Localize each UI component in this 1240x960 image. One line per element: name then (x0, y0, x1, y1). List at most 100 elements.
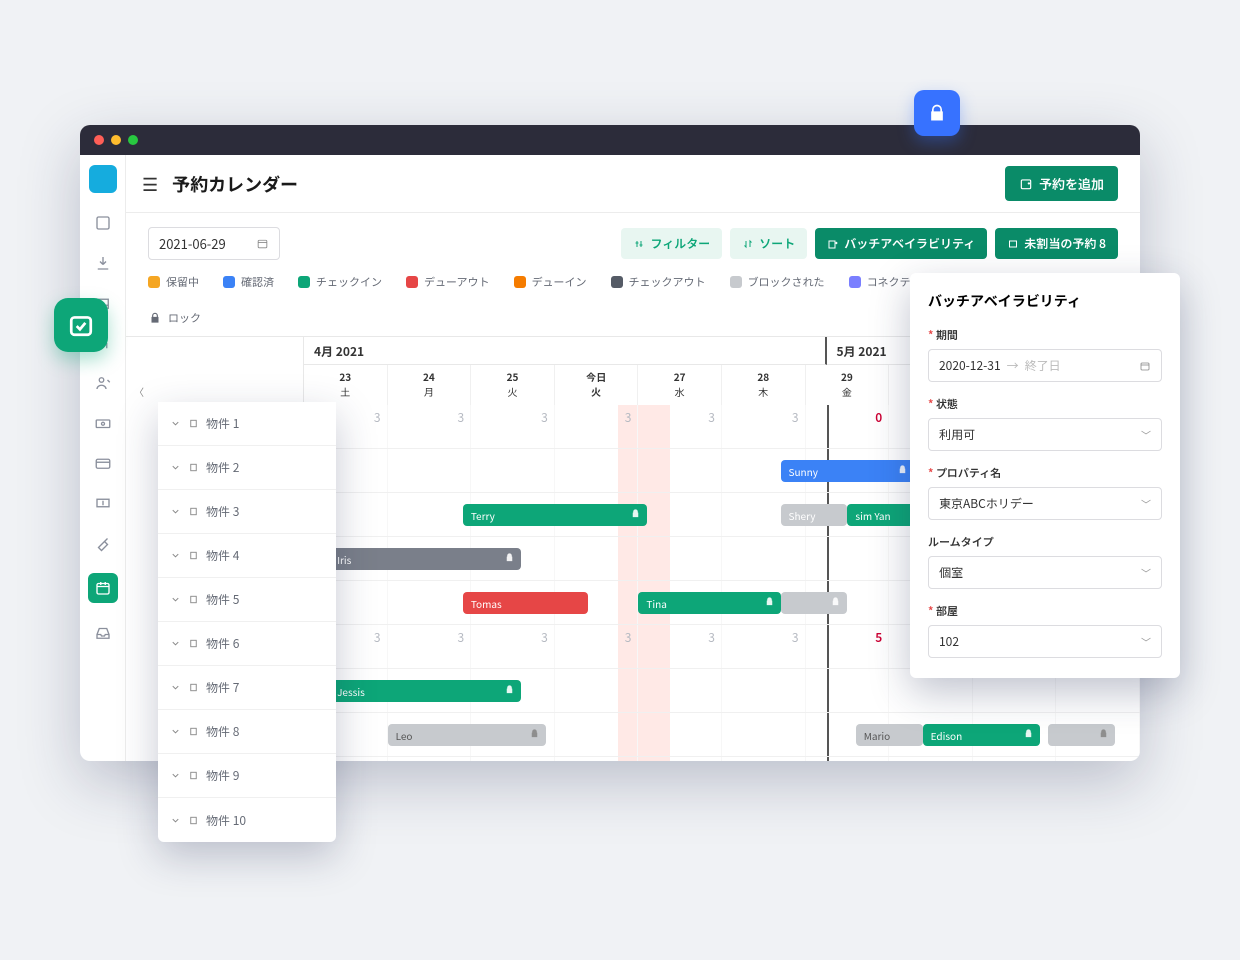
sort-button[interactable]: ソート (730, 228, 807, 259)
window-titlebar (80, 125, 1140, 155)
chevron-down-icon: ﹀ (1141, 496, 1151, 511)
sort-label: ソート (759, 235, 795, 252)
property-select[interactable]: 東京ABCホリデー ﹀ (928, 487, 1162, 520)
batch-availability-button[interactable]: バッチアベイラビリティ (815, 228, 987, 259)
booking-bar-leo[interactable]: Leo (388, 724, 547, 746)
legend-pending: 保留中 (166, 274, 199, 290)
date-picker[interactable]: 2021-06-29 (148, 227, 280, 260)
property-item[interactable]: 物件 2 (158, 446, 336, 490)
property-item[interactable]: 物件 5 (158, 578, 336, 622)
period-label: 期間 (928, 327, 1162, 343)
legend-swatch-connecting (849, 276, 861, 288)
lock-icon (927, 103, 947, 123)
chevron-down-icon: ﹀ (1141, 634, 1151, 649)
legend-confirmed: 確認済 (241, 274, 274, 290)
booking-bar-terry[interactable]: Terry (463, 504, 647, 526)
calendar-icon (1139, 360, 1151, 372)
property-item[interactable]: 物件 3 (158, 490, 336, 534)
lock-icon (830, 596, 841, 607)
booking-bar-blocked[interactable] (781, 592, 848, 614)
chevron-down-icon: ﹀ (1141, 427, 1151, 442)
legend-checkin: チェックイン (316, 274, 382, 290)
close-dot[interactable] (94, 135, 104, 145)
booking-bar-shery[interactable]: Shery (781, 504, 848, 526)
booking-row: Leo Mario Edison (304, 713, 1140, 757)
status-select[interactable]: 利用可 ﹀ (928, 418, 1162, 451)
maximize-dot[interactable] (128, 135, 138, 145)
property-item[interactable]: 物件 6 (158, 622, 336, 666)
legend-swatch-checkin (298, 276, 310, 288)
nav-inbox-icon[interactable] (93, 623, 113, 643)
booking-row: Zi Zhou (304, 757, 1140, 761)
unassigned-label: 未割当の予約 8 (1024, 235, 1106, 252)
minimize-dot[interactable] (111, 135, 121, 145)
room-value: 102 (939, 633, 959, 650)
lock-icon (1098, 728, 1109, 739)
property-value: 東京ABCホリデー (939, 495, 1034, 512)
nav-dashboard-icon[interactable] (93, 213, 113, 233)
prev-arrow[interactable]: 〈 (134, 384, 144, 399)
booking-bar-tomas[interactable]: Tomas (463, 592, 588, 614)
legend-dueout: デューアウト (424, 274, 490, 290)
nav-cash-icon[interactable] (93, 413, 113, 433)
chevron-down-icon (170, 726, 181, 737)
floating-lock-badge (914, 90, 960, 136)
property-item[interactable]: 物件 9 (158, 754, 336, 798)
roomtype-label: ルームタイプ (928, 534, 1162, 550)
property-item[interactable]: 物件 8 (158, 710, 336, 754)
booking-bar-iris[interactable]: Iris (329, 548, 521, 570)
lock-icon (897, 464, 908, 475)
booking-bar-mario[interactable]: Mario (856, 724, 923, 746)
building-icon (188, 815, 199, 826)
app-logo (89, 165, 117, 193)
lock-icon (504, 552, 515, 563)
booking-bar-edison[interactable]: Edison (923, 724, 1040, 746)
sort-icon (742, 238, 754, 250)
property-item[interactable]: 物件 1 (158, 402, 336, 446)
booking-bar-jessis[interactable]: Jessis (329, 680, 521, 702)
building-icon (188, 550, 199, 561)
nav-cleaning-icon[interactable] (93, 533, 113, 553)
nav-card-icon[interactable] (93, 453, 113, 473)
nav-user-icon[interactable] (93, 373, 113, 393)
nav-money-icon[interactable] (93, 493, 113, 513)
room-label: 部屋 (928, 603, 1162, 619)
legend-blocked: ブロックされた (748, 274, 825, 290)
filter-label: フィルター (650, 235, 710, 252)
chevron-down-icon (170, 638, 181, 649)
booking-bar-blocked[interactable] (1048, 724, 1115, 746)
booking-bar-sunny[interactable]: Sunny (781, 460, 915, 482)
legend-swatch-blocked (730, 276, 742, 288)
legend-locked: ロック (168, 310, 201, 326)
chevron-down-icon (170, 815, 181, 826)
lock-icon (529, 728, 540, 739)
batch-availability-panel: バッチアベイラビリティ 期間 2020-12-31 → 終了日 状態 利用可 ﹀… (910, 273, 1180, 678)
booking-bar-tina[interactable]: Tina (638, 592, 780, 614)
export-icon (827, 238, 839, 250)
nav-download-icon[interactable] (93, 253, 113, 273)
roomtype-select[interactable]: 個室 ﹀ (928, 556, 1162, 589)
room-select[interactable]: 102 ﹀ (928, 625, 1162, 658)
lock-icon (1023, 728, 1034, 739)
chevron-down-icon (170, 550, 181, 561)
building-icon (188, 770, 199, 781)
period-range-input[interactable]: 2020-12-31 → 終了日 (928, 349, 1162, 382)
property-item[interactable]: 物件 4 (158, 534, 336, 578)
property-list-card: 物件 1 物件 2 物件 3 物件 4 物件 5 物件 6 物件 7 物件 8 … (158, 402, 336, 842)
nav-calendar-icon[interactable] (88, 573, 118, 603)
chevron-down-icon: ﹀ (1141, 565, 1151, 580)
lock-icon (764, 596, 775, 607)
floating-check-badge (54, 298, 108, 352)
legend-swatch-dueout (406, 276, 418, 288)
property-item[interactable]: 物件 10 (158, 798, 336, 842)
toolbar: 2021-06-29 フィルター ソート (126, 213, 1140, 260)
property-item[interactable]: 物件 7 (158, 666, 336, 710)
chevron-down-icon (170, 770, 181, 781)
filter-button[interactable]: フィルター (621, 228, 722, 259)
chevron-down-icon (170, 682, 181, 693)
add-reservation-button[interactable]: 予約を追加 (1005, 166, 1118, 201)
unassigned-button[interactable]: 未割当の予約 8 (995, 228, 1118, 259)
legend-swatch-confirmed (223, 276, 235, 288)
filter-icon (633, 238, 645, 250)
menu-toggle-icon[interactable]: ☰ (142, 171, 158, 197)
